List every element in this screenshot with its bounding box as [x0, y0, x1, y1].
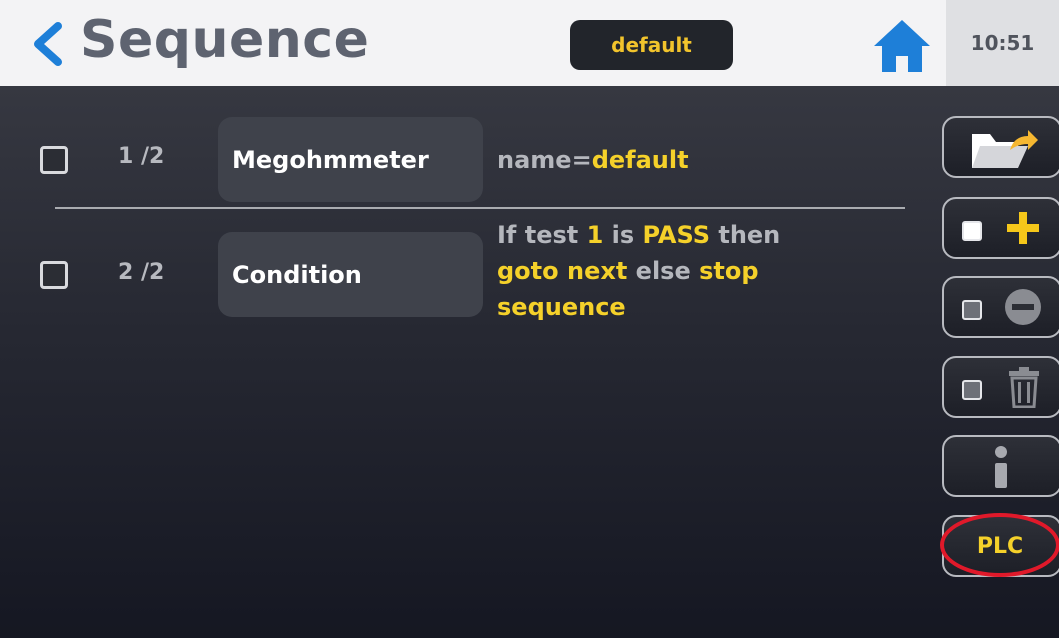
load-sequence-button[interactable]	[942, 116, 1059, 178]
row-2-index: 2 /2	[118, 260, 165, 285]
screen: Sequence default 10:51 1 /2 Megohmmeter …	[0, 0, 1059, 638]
clock: 10:51	[970, 31, 1035, 55]
sequence-name-button[interactable]: default	[570, 20, 733, 70]
folder-export-icon	[972, 130, 1038, 168]
add-icon	[1007, 212, 1039, 244]
detail-text: else	[627, 257, 700, 285]
select-all-checkbox	[962, 221, 982, 241]
detail-value: default	[591, 146, 689, 174]
info-icon	[995, 446, 1007, 488]
row-divider	[55, 207, 905, 209]
select-checkbox	[962, 380, 982, 400]
row-2-test-button[interactable]: Condition	[218, 232, 483, 317]
top-bar: Sequence default 10:51	[0, 0, 1059, 86]
add-test-button[interactable]	[942, 197, 1059, 259]
detail-then-action: goto next	[497, 257, 628, 285]
detail-line-1: If test 1 is PASS then	[497, 217, 897, 253]
delete-test-button[interactable]	[942, 356, 1059, 418]
home-icon[interactable]	[872, 18, 932, 74]
row-1-checkbox[interactable]	[40, 146, 68, 174]
row-1-test-button[interactable]: Megohmmeter	[218, 117, 483, 202]
clock-panel: 10:51	[946, 0, 1059, 86]
row-2-detail: If test 1 is PASS then goto next else st…	[497, 217, 897, 325]
detail-text: is	[603, 221, 643, 249]
detail-line-3: sequence	[497, 289, 897, 325]
remove-test-button[interactable]	[942, 276, 1059, 338]
back-chevron-icon[interactable]	[26, 22, 70, 66]
trash-icon	[1009, 367, 1039, 408]
highlight-circle	[940, 513, 1059, 577]
detail-result: PASS	[642, 221, 710, 249]
select-checkbox	[962, 300, 982, 320]
detail-test-number: 1	[586, 221, 604, 249]
detail-else-action: sequence	[497, 293, 626, 321]
detail-else-action: stop	[699, 257, 759, 285]
sequence-list: 1 /2 Megohmmeter name=default 2 /2 Condi…	[0, 86, 1059, 638]
detail-key: name=	[497, 146, 592, 174]
info-button[interactable]	[942, 435, 1059, 497]
detail-text: If test	[497, 221, 587, 249]
row-1-detail: name=default	[497, 142, 689, 178]
page-title: Sequence	[80, 10, 370, 70]
detail-text: then	[709, 221, 781, 249]
remove-icon	[1005, 289, 1041, 325]
detail-line-2: goto next else stop	[497, 253, 897, 289]
row-2-checkbox[interactable]	[40, 261, 68, 289]
row-1-index: 1 /2	[118, 144, 165, 169]
